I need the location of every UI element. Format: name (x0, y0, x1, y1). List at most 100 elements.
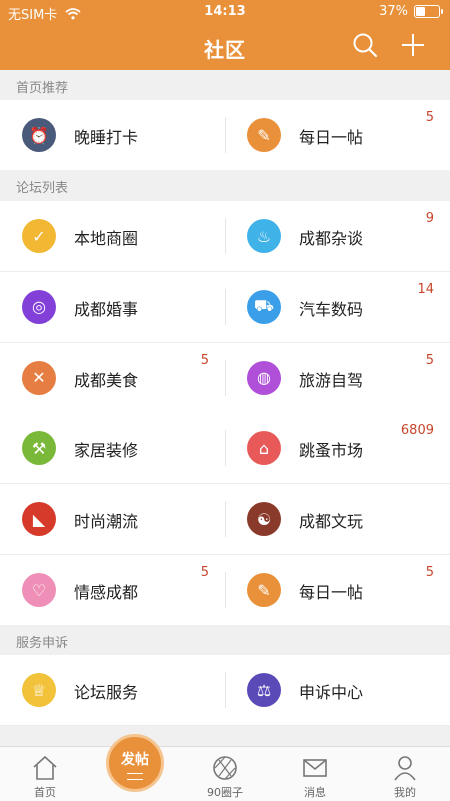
envelope-icon (303, 759, 327, 777)
quill-icon: ✎ (247, 573, 281, 607)
count-badge: 6809 (400, 423, 434, 439)
service-item[interactable]: ⚖ 申诉中心 (225, 655, 450, 725)
forums-item[interactable]: ☯ 成都文玩 (225, 484, 450, 554)
tab-home[interactable]: 首页 (0, 747, 90, 801)
forums-item-label: 成都婚事 (74, 299, 139, 319)
fork-knife-icon: ✕ (22, 360, 56, 395)
count-badge: 14 (417, 281, 434, 297)
header-bar: 无SIM卡 14:13 37% 社区 (0, 0, 450, 70)
checkmark-icon: ✓ (22, 219, 56, 253)
forums-row: ✓ 本地商圈 ♨ 成都杂谈 9 (0, 201, 450, 272)
battery-icon (414, 5, 443, 18)
tab-mine-label: 我的 (394, 786, 416, 799)
ring-icon: ◎ (22, 289, 56, 324)
recommend-item[interactable]: ✎ 每日一帖 5 (225, 100, 450, 170)
forums-item[interactable]: ✕ 成都美食 5 (0, 343, 225, 413)
aperture-icon (213, 756, 237, 780)
recommend-row: ⏰ 晚睡打卡 ✎ 每日一帖 5 (0, 100, 450, 171)
tab-messages[interactable]: 消息 (270, 747, 360, 801)
forums-item[interactable]: ◣ 时尚潮流 (0, 484, 225, 554)
shop-icon: ⌂ (247, 431, 281, 466)
section-service: 服务申诉 (0, 625, 450, 655)
car-icon: ⛟ (247, 289, 281, 324)
forums-item-label: 家居装修 (74, 441, 139, 461)
post-button[interactable]: 发帖 (106, 734, 164, 792)
post-button-label: 发帖 (121, 752, 149, 768)
scale-icon: ⚖ (247, 673, 281, 707)
service-item-label: 论坛服务 (74, 683, 139, 702)
forums-row: ◎ 成都婚事 ⛟ 汽车数码 14 (0, 271, 450, 343)
count-badge: 5 (200, 565, 209, 580)
forums-item-label: 成都美食 (74, 370, 139, 390)
tab-mine[interactable]: 我的 (360, 747, 450, 801)
user-icon (394, 756, 416, 781)
hammer-icon: ⚒ (22, 431, 56, 466)
status-bar: 无SIM卡 14:13 37% (0, 0, 450, 24)
forums-item-label: 跳蚤市场 (299, 441, 364, 461)
forums-item-label: 汽车数码 (299, 299, 364, 319)
alarm-clock-icon: ⏰ (22, 118, 56, 152)
column-divider (225, 218, 226, 254)
planet-icon: ◍ (247, 360, 281, 395)
recommend-item[interactable]: ⏰ 晚睡打卡 (0, 100, 225, 170)
page-title: 社区 (204, 38, 246, 62)
count-badge: 5 (200, 352, 209, 368)
forums-item[interactable]: ✎ 每日一帖 5 (225, 555, 450, 625)
forums-item[interactable]: ⚒ 家居装修 (0, 413, 225, 483)
service-item[interactable]: ♕ 论坛服务 (0, 655, 225, 725)
section-service-label: 服务申诉 (16, 636, 69, 651)
search-icon[interactable] (352, 32, 378, 58)
forums-row: ✕ 成都美食 5 ◍ 旅游自驾 5 (0, 342, 450, 414)
forums-item-label: 本地商圈 (74, 229, 139, 248)
forums-item[interactable]: ⌂ 跳蚤市场 6809 (225, 413, 450, 483)
count-badge: 5 (425, 110, 434, 125)
add-icon[interactable] (400, 32, 426, 58)
forums-item-label: 旅游自驾 (299, 370, 364, 390)
tea-bowl-icon: ♨ (247, 219, 281, 253)
yin-yang-icon: ☯ (247, 502, 281, 537)
forums-item[interactable]: ◍ 旅游自驾 5 (225, 343, 450, 413)
column-divider (225, 288, 226, 325)
column-divider (225, 672, 226, 708)
section-recommend: 首页推荐 (0, 70, 450, 100)
forums-item[interactable]: ⛟ 汽车数码 14 (225, 272, 450, 342)
count-badge: 9 (425, 211, 434, 226)
high-heel-icon: ◣ (22, 502, 56, 537)
heart-icon: ♡ (22, 573, 56, 607)
tab-messages-label: 消息 (304, 786, 326, 799)
forums-item[interactable]: ♨ 成都杂谈 9 (225, 201, 450, 271)
tab-bar: 首页 90圈子 消息 我的 (0, 746, 450, 801)
recommend-item-label: 每日一帖 (299, 128, 364, 147)
forums-item-label: 成都杂谈 (299, 229, 364, 248)
forums-row: ⚒ 家居装修 ⌂ 跳蚤市场 6809 (0, 413, 450, 485)
column-divider (225, 117, 226, 153)
section-forums-label: 论坛列表 (16, 181, 69, 196)
column-divider (225, 430, 226, 467)
service-item-label: 申诉中心 (299, 683, 364, 702)
section-recommend-label: 首页推荐 (16, 81, 69, 96)
forums-item-label: 时尚潮流 (74, 512, 139, 532)
forums-item-label: 每日一帖 (299, 583, 364, 602)
column-divider (225, 501, 226, 538)
forums-row: ◣ 时尚潮流 ☯ 成都文玩 (0, 484, 450, 556)
home-icon (33, 755, 57, 780)
post-lines-icon (127, 773, 143, 780)
forums-item-label: 情感成都 (74, 583, 139, 602)
recommend-item-label: 晚睡打卡 (74, 128, 139, 147)
tab-circle[interactable]: 90圈子 (180, 747, 270, 801)
service-row: ♕ 论坛服务 ⚖ 申诉中心 (0, 655, 450, 726)
count-badge: 5 (425, 352, 434, 368)
quill-icon: ✎ (247, 118, 281, 152)
count-badge: 5 (425, 565, 434, 580)
battery-percent: 37% (379, 4, 408, 19)
column-divider (225, 359, 226, 396)
forums-item[interactable]: ✓ 本地商圈 (0, 201, 225, 271)
forums-row: ♡ 情感成都 5 ✎ 每日一帖 5 (0, 555, 450, 626)
battery-status: 37% (379, 4, 443, 19)
forums-item[interactable]: ◎ 成都婚事 (0, 272, 225, 342)
section-forums: 论坛列表 (0, 170, 450, 200)
forums-item-label: 成都文玩 (299, 512, 364, 532)
forums-item[interactable]: ♡ 情感成都 5 (0, 555, 225, 625)
column-divider (225, 572, 226, 608)
tab-circle-label: 90圈子 (207, 786, 243, 799)
